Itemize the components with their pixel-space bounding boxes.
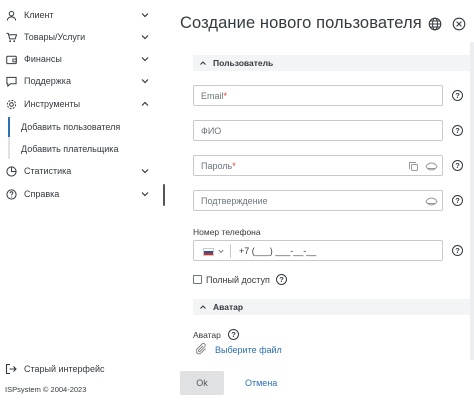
wallet-icon: [5, 53, 17, 65]
help-icon[interactable]: ?: [228, 329, 239, 340]
chevron-down-icon: [141, 169, 149, 174]
ok-button[interactable]: Ok: [180, 371, 224, 395]
chat-icon: [5, 75, 17, 87]
avatar-label: Аватар: [193, 330, 221, 340]
chevron-up-icon: [141, 101, 149, 106]
password-placeholder-text: Пароль: [201, 161, 233, 171]
email-placeholder: Email*: [201, 91, 227, 101]
help-icon[interactable]: ?: [452, 160, 463, 171]
country-flag-select[interactable]: [203, 248, 214, 256]
help-icon[interactable]: ?: [452, 90, 463, 101]
email-placeholder-text: Email: [201, 91, 224, 101]
help-icon[interactable]: ?: [452, 125, 463, 136]
sidebar-subitem-add-user[interactable]: Добавить пользователя: [0, 117, 160, 139]
chevron-down-icon: [141, 79, 149, 84]
sidebar-item-label: Справка: [24, 189, 60, 199]
sidebar-item-label: Инструменты: [24, 99, 81, 109]
sidebar-item-label: Товары/Услуги: [24, 32, 86, 42]
eye-icon[interactable]: [425, 197, 438, 206]
confirm-placeholder: Подтверждение: [201, 196, 268, 206]
logout-icon: [5, 363, 17, 375]
phone-label: Номер телефона: [193, 227, 261, 237]
chevron-down-icon: [141, 57, 149, 62]
scrollbar[interactable]: [470, 42, 474, 372]
fio-placeholder: ФИО: [201, 126, 222, 136]
copy-icon[interactable]: [408, 161, 419, 172]
full-access-checkbox[interactable]: [193, 275, 202, 284]
submenu-line: [8, 137, 10, 159]
section-header-user[interactable]: Пользователь: [193, 55, 474, 71]
chevron-down-icon: [141, 35, 149, 40]
chevron-down-icon: [141, 192, 149, 197]
chart-icon: [5, 165, 17, 177]
password-field[interactable]: Пароль*: [193, 155, 443, 176]
help-icon[interactable]: ?: [452, 195, 463, 206]
sidebar-item-tools[interactable]: Инструменты: [0, 93, 160, 115]
sidebar-subitem-label: Добавить плательщика: [21, 144, 119, 154]
sidebar: Клиент Товары/Услуги Финансы Поддержка И…: [0, 0, 160, 400]
sidebar-item-client[interactable]: Клиент: [0, 4, 160, 26]
sidebar-subitem-label: Добавить пользователя: [21, 122, 121, 132]
sidebar-subitem-add-payer[interactable]: Добавить плательщика: [0, 137, 160, 159]
old-interface-link[interactable]: Старый интерфейс: [0, 362, 160, 378]
sidebar-item-support[interactable]: Поддержка: [0, 70, 160, 92]
fio-field[interactable]: ФИО: [193, 120, 443, 141]
sidebar-item-label: Статистика: [24, 166, 72, 176]
chevron-down-icon[interactable]: [218, 249, 224, 254]
sidebar-item-label: Клиент: [24, 10, 54, 20]
old-interface-label: Старый интерфейс: [24, 364, 105, 374]
email-field[interactable]: Email*: [193, 85, 443, 106]
required-mark: *: [232, 161, 236, 171]
cart-icon: [5, 31, 17, 43]
required-mark: *: [223, 91, 228, 101]
section-title: Аватар: [213, 302, 244, 312]
paperclip-icon: [196, 343, 206, 355]
help-icon[interactable]: ?: [276, 274, 287, 285]
help-circle-icon: [5, 188, 17, 200]
cancel-button[interactable]: Отмена: [245, 378, 277, 388]
section-header-avatar[interactable]: Аватар: [193, 299, 474, 315]
phone-input[interactable]: +7 (___) ___-__-__: [239, 246, 316, 256]
gear-icon: [5, 98, 17, 110]
chevron-down-icon: [141, 13, 149, 18]
confirm-password-field[interactable]: Подтверждение: [193, 190, 443, 211]
user-icon: [5, 9, 17, 21]
choose-file-link[interactable]: Выберите файл: [215, 345, 282, 355]
eye-icon[interactable]: [425, 162, 438, 171]
sidebar-item-label: Финансы: [24, 54, 62, 64]
phone-field[interactable]: +7 (___) ___-__-__: [193, 240, 443, 261]
active-indicator: [8, 117, 10, 139]
sidebar-resize-handle[interactable]: [163, 184, 165, 206]
section-title: Пользователь: [213, 58, 274, 68]
sidebar-item-help[interactable]: Справка: [0, 183, 160, 205]
globe-icon[interactable]: [428, 17, 442, 31]
sidebar-item-finance[interactable]: Финансы: [0, 48, 160, 70]
full-access-label: Полный доступ: [206, 275, 270, 285]
chevron-up-icon: [200, 61, 206, 65]
help-icon[interactable]: ?: [452, 245, 463, 256]
page-title: Создание нового пользователя: [180, 14, 422, 32]
sidebar-item-label: Поддержка: [24, 76, 71, 86]
chevron-up-icon: [200, 305, 206, 309]
copyright: ISPsystem © 2004-2023: [5, 385, 87, 394]
sidebar-item-products[interactable]: Товары/Услуги: [0, 26, 160, 48]
password-placeholder: Пароль*: [201, 161, 236, 171]
divider: [230, 244, 231, 258]
sidebar-item-statistics[interactable]: Статистика: [0, 160, 160, 182]
close-icon[interactable]: [452, 17, 466, 31]
